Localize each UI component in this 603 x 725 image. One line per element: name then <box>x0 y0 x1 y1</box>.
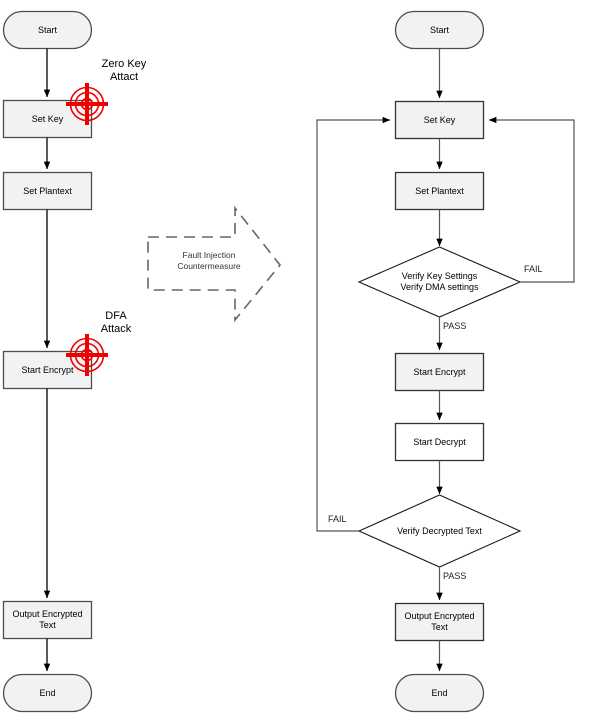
node-r-setplantext <box>394 171 485 211</box>
node-r-setkey <box>394 100 485 140</box>
node-r-startdecrypt <box>394 422 485 462</box>
edge-label-text-fail: FAIL <box>328 514 347 524</box>
node-l-setkey <box>2 99 93 139</box>
node-l-startencrypt <box>2 350 93 390</box>
edge-label-settings-fail: FAIL <box>524 264 543 274</box>
node-r-startencrypt <box>394 352 485 392</box>
node-r-start <box>394 10 485 50</box>
edge-label-settings-pass: PASS <box>443 321 467 331</box>
node-r-end <box>394 673 485 713</box>
edge-r-settings-fail <box>488 116 575 283</box>
node-r-verify-text <box>357 494 522 568</box>
node-l-end <box>2 673 93 713</box>
fault-injection-countermeasure-label: Fault Injection Countermeasure <box>177 250 241 271</box>
node-l-start <box>2 10 93 50</box>
node-r-verify-settings <box>357 246 522 318</box>
node-r-output <box>394 602 485 642</box>
zero-key-attack-label: Zero Key Attact <box>101 58 147 83</box>
flowchart-canvas <box>2 10 575 713</box>
edge-r-text-fail <box>316 116 391 532</box>
node-l-setplantext <box>2 171 93 211</box>
dfa-attack-label: DFA Attack <box>100 310 132 335</box>
node-l-output <box>2 600 93 640</box>
edge-label-text-pass: PASS <box>443 571 467 581</box>
